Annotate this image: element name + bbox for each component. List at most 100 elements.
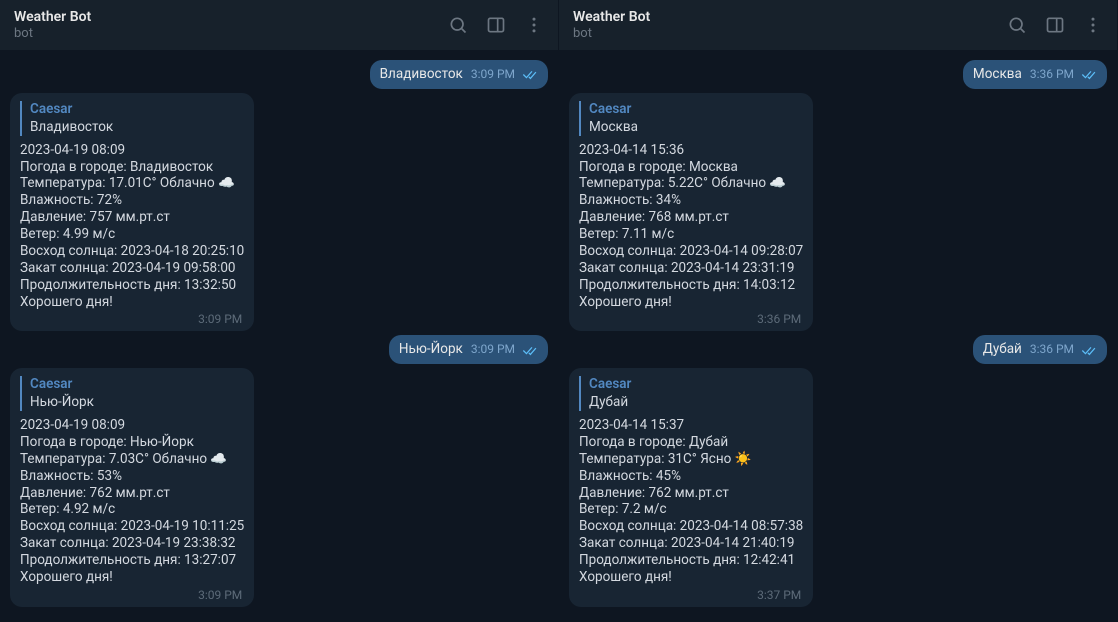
message-text: Москва: [973, 66, 1022, 83]
message-time: 3:09 PM: [471, 342, 538, 357]
message-time: 3:09 PM: [20, 588, 244, 603]
message-body-line: Хорошего дня!: [579, 569, 803, 586]
message-body-line: Температура: 31C° Ясно ☀️: [579, 451, 803, 468]
message-body-line: Продолжительность дня: 12:42:41: [579, 552, 803, 569]
chat-pane-left: Weather Bot bot Владивосток 3:09 PM: [0, 0, 559, 622]
message-time: 3:09 PM: [471, 67, 538, 82]
message-body-line: Хорошего дня!: [579, 294, 803, 311]
message-body-line: Закат солнца: 2023-04-19 23:38:32: [20, 535, 244, 552]
reply-text: Владивосток: [30, 119, 244, 136]
incoming-message[interactable]: Caesar Нью-Йорк 2023-04-19 08:09 Погода …: [10, 368, 548, 607]
message-body-line: Продолжительность дня: 14:03:12: [579, 277, 803, 294]
message-body-line: Температура: 5.22C° Облачно ☁️: [579, 175, 803, 192]
message-body-line: 2023-04-19 08:09: [20, 417, 244, 434]
outgoing-message[interactable]: Нью-Йорк 3:09 PM: [10, 335, 548, 364]
message-body-line: Давление: 762 мм.рт.ст: [20, 485, 244, 502]
message-body-line: Давление: 757 мм.рт.ст: [20, 209, 244, 226]
header-icons: [448, 15, 544, 35]
message-body-line: Погода в городе: Нью-Йорк: [20, 434, 244, 451]
message-body-line: Хорошего дня!: [20, 569, 244, 586]
chat-messages[interactable]: Владивосток 3:09 PM Caesar Владивосток 2…: [0, 50, 558, 622]
message-body-line: Восход солнца: 2023-04-19 10:11:25: [20, 518, 244, 535]
reply-author: Caesar: [30, 376, 244, 393]
outgoing-message[interactable]: Владивосток 3:09 PM: [10, 60, 548, 89]
read-ticks-icon: [522, 67, 538, 82]
message-bubble: Caesar Дубай 2023-04-14 15:37 Погода в г…: [569, 368, 813, 607]
chat-title: Weather Bot: [573, 9, 1007, 25]
chat-header-text: Weather Bot bot: [573, 9, 1007, 41]
message-time: 3:36 PM: [579, 312, 803, 327]
message-body-line: Хорошего дня!: [20, 294, 244, 311]
message-text: Нью-Йорк: [399, 341, 463, 358]
read-ticks-icon: [522, 342, 538, 357]
message-time: 3:37 PM: [579, 588, 803, 603]
chat-header[interactable]: Weather Bot bot: [0, 0, 558, 50]
message-time: 3:36 PM: [1030, 342, 1097, 357]
message-body-line: Температура: 17.01C° Облачно ☁️: [20, 175, 244, 192]
message-body-line: Ветер: 7.11 м/с: [579, 226, 803, 243]
message-body-line: Давление: 768 мм.рт.ст: [579, 209, 803, 226]
read-ticks-icon: [1081, 67, 1097, 82]
search-icon[interactable]: [1007, 15, 1027, 35]
message-body-line: Влажность: 72%: [20, 192, 244, 209]
message-body-line: Восход солнца: 2023-04-14 09:28:07: [579, 243, 803, 260]
message-body-line: Влажность: 53%: [20, 468, 244, 485]
header-icons: [1007, 15, 1103, 35]
search-icon[interactable]: [448, 15, 468, 35]
reply-preview[interactable]: Caesar Владивосток: [20, 101, 244, 136]
message-bubble: Caesar Владивосток 2023-04-19 08:09 Пого…: [10, 93, 254, 332]
chat-subtitle: bot: [14, 26, 448, 41]
message-time: 3:36 PM: [1030, 67, 1097, 82]
reply-author: Caesar: [589, 101, 803, 118]
more-icon[interactable]: [524, 15, 544, 35]
message-body-line: Влажность: 34%: [579, 192, 803, 209]
chat-subtitle: bot: [573, 26, 1007, 41]
incoming-message[interactable]: Caesar Москва 2023-04-14 15:36 Погода в …: [569, 93, 1107, 332]
message-body-line: Ветер: 4.99 м/с: [20, 226, 244, 243]
reply-text: Нью-Йорк: [30, 394, 244, 411]
message-body-line: Погода в городе: Москва: [579, 159, 803, 176]
outgoing-message[interactable]: Дубай 3:36 PM: [569, 335, 1107, 364]
message-body-line: Восход солнца: 2023-04-14 08:57:38: [579, 518, 803, 535]
incoming-message[interactable]: Caesar Владивосток 2023-04-19 08:09 Пого…: [10, 93, 548, 332]
reply-author: Caesar: [589, 376, 803, 393]
message-text: Владивосток: [380, 66, 463, 83]
incoming-message[interactable]: Caesar Дубай 2023-04-14 15:37 Погода в г…: [569, 368, 1107, 607]
sidebar-icon[interactable]: [486, 15, 506, 35]
message-bubble: Дубай 3:36 PM: [973, 335, 1107, 364]
message-bubble: Нью-Йорк 3:09 PM: [389, 335, 548, 364]
more-icon[interactable]: [1083, 15, 1103, 35]
chat-messages[interactable]: Москва 3:36 PM Caesar Москва 2023-04-14 …: [559, 50, 1117, 622]
reply-text: Москва: [589, 119, 803, 136]
reply-author: Caesar: [30, 101, 244, 118]
chat-header-text: Weather Bot bot: [14, 9, 448, 41]
chat-title: Weather Bot: [14, 9, 448, 25]
message-bubble: Caesar Нью-Йорк 2023-04-19 08:09 Погода …: [10, 368, 254, 607]
reply-preview[interactable]: Caesar Москва: [579, 101, 803, 136]
message-body-line: Ветер: 4.92 м/с: [20, 501, 244, 518]
read-ticks-icon: [1081, 342, 1097, 357]
message-body-line: 2023-04-19 08:09: [20, 142, 244, 159]
message-body-line: 2023-04-14 15:36: [579, 142, 803, 159]
reply-preview[interactable]: Caesar Дубай: [579, 376, 803, 411]
outgoing-message[interactable]: Москва 3:36 PM: [569, 60, 1107, 89]
chat-header[interactable]: Weather Bot bot: [559, 0, 1117, 50]
message-body-line: Погода в городе: Владивосток: [20, 159, 244, 176]
message-body-line: Восход солнца: 2023-04-18 20:25:10: [20, 243, 244, 260]
message-text: Дубай: [983, 341, 1022, 358]
reply-preview[interactable]: Caesar Нью-Йорк: [20, 376, 244, 411]
reply-text: Дубай: [589, 394, 803, 411]
message-bubble: Москва 3:36 PM: [963, 60, 1107, 89]
chat-pane-right: Weather Bot bot Москва 3:36 PM: [559, 0, 1118, 622]
message-body-line: Продолжительность дня: 13:27:07: [20, 552, 244, 569]
message-body-line: Температура: 7.03C° Облачно ☁️: [20, 451, 244, 468]
message-bubble: Caesar Москва 2023-04-14 15:36 Погода в …: [569, 93, 813, 332]
message-body-line: Закат солнца: 2023-04-19 09:58:00: [20, 260, 244, 277]
sidebar-icon[interactable]: [1045, 15, 1065, 35]
message-body-line: Ветер: 7.2 м/с: [579, 501, 803, 518]
message-body-line: Давление: 762 мм.рт.ст: [579, 485, 803, 502]
message-time: 3:09 PM: [20, 312, 244, 327]
message-body-line: Погода в городе: Дубай: [579, 434, 803, 451]
message-body-line: Влажность: 45%: [579, 468, 803, 485]
message-body-line: Закат солнца: 2023-04-14 23:31:19: [579, 260, 803, 277]
